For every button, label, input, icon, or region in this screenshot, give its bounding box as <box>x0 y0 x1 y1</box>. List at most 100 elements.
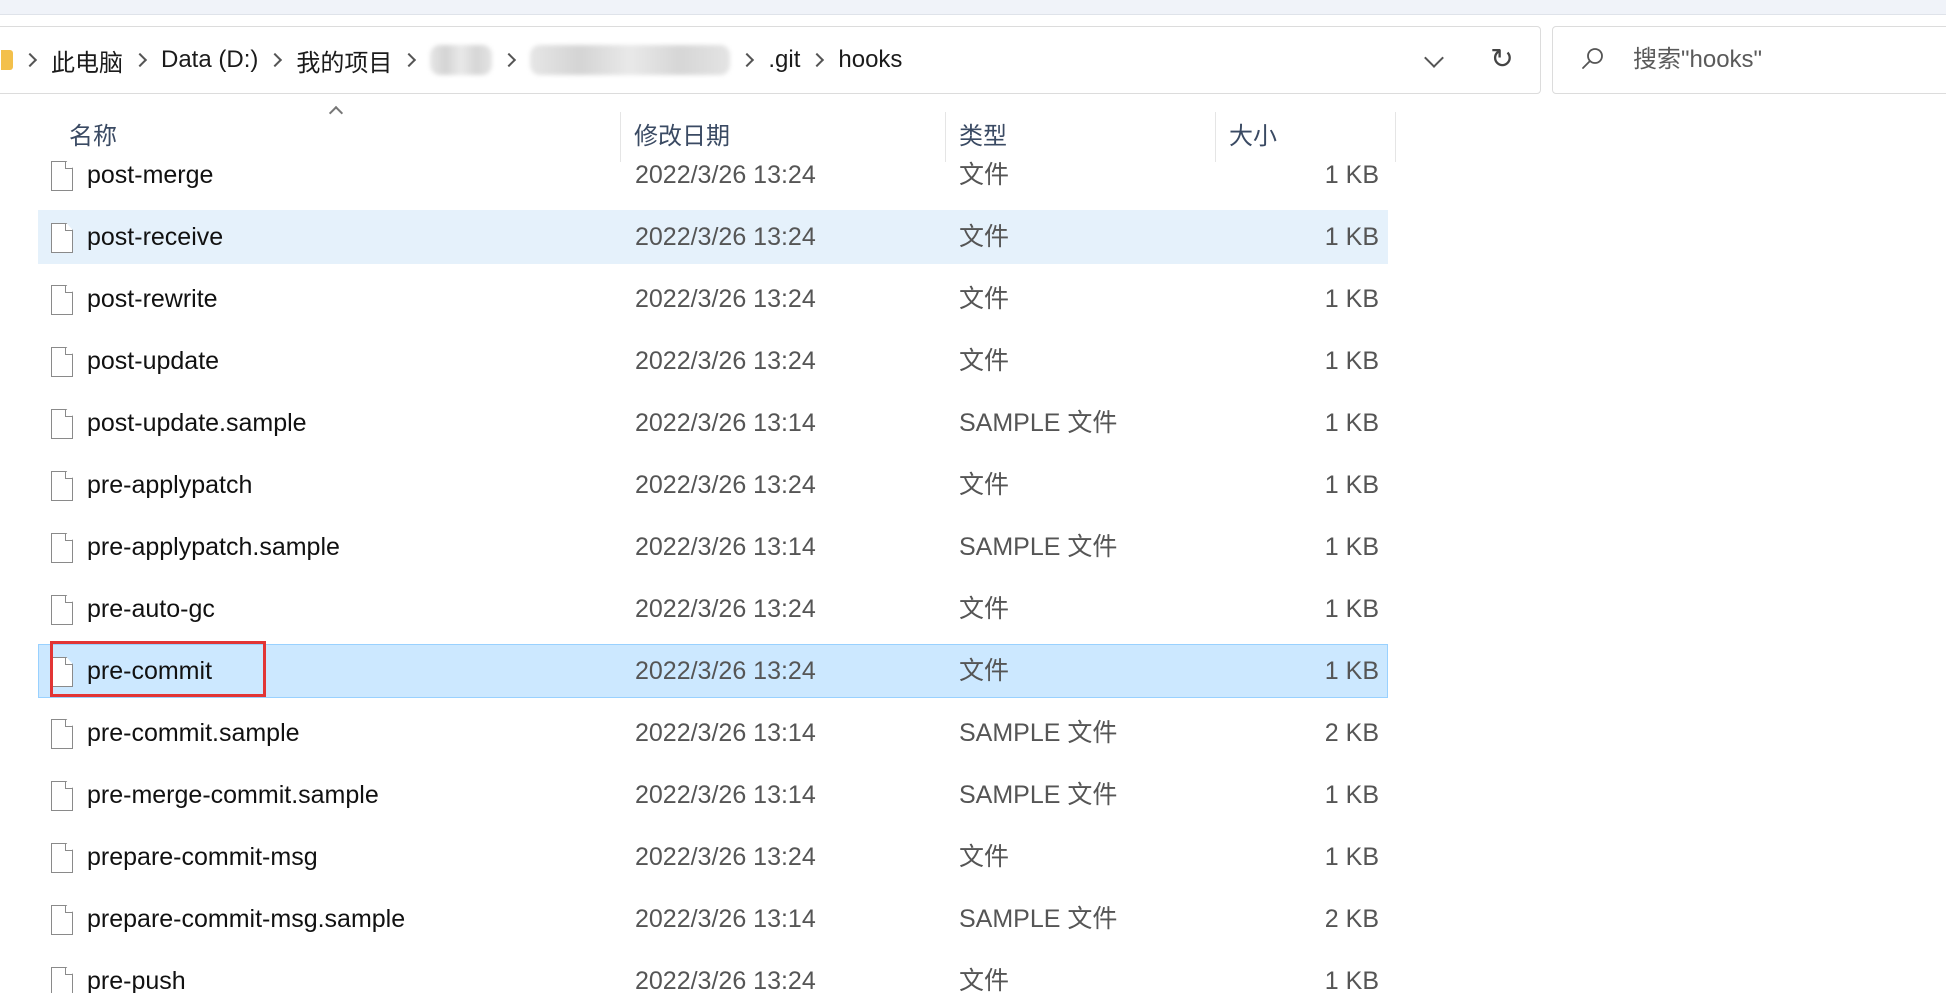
file-icon <box>51 471 73 501</box>
file-type: 文件 <box>959 223 1010 251</box>
file-date: 2022/3/26 13:24 <box>635 285 816 313</box>
file-date: 2022/3/26 13:14 <box>635 409 816 437</box>
file-icon <box>51 161 73 191</box>
file-name: pre-merge-commit.sample <box>87 781 379 809</box>
file-row[interactable]: pre-applypatch 2022/3/26 13:24 文件 1 KB <box>38 458 1388 512</box>
file-date: 2022/3/26 13:24 <box>635 595 816 623</box>
column-divider[interactable] <box>1395 112 1396 162</box>
file-name: prepare-commit-msg <box>87 843 318 871</box>
file-row[interactable]: post-rewrite 2022/3/26 13:24 文件 1 KB <box>38 272 1388 326</box>
file-icon <box>51 409 73 439</box>
file-type: SAMPLE 文件 <box>959 781 1118 809</box>
file-type: 文件 <box>959 347 1010 375</box>
file-row[interactable]: pre-applypatch.sample 2022/3/26 13:14 SA… <box>38 520 1388 574</box>
search-input[interactable]: 搜索"hooks" <box>1552 26 1946 94</box>
file-size: 1 KB <box>1324 471 1379 499</box>
file-size: 1 KB <box>1324 161 1379 189</box>
file-icon <box>51 595 73 625</box>
file-name: post-rewrite <box>87 285 218 313</box>
chevron-right-icon[interactable] <box>268 52 283 68</box>
file-icon <box>51 223 73 253</box>
file-name: pre-commit.sample <box>87 719 300 747</box>
file-icon <box>51 967 73 993</box>
folder-icon <box>1 50 13 70</box>
file-date: 2022/3/26 13:14 <box>635 533 816 561</box>
file-row[interactable]: pre-merge-commit.sample 2022/3/26 13:14 … <box>38 768 1388 822</box>
breadcrumb-git[interactable]: .git <box>768 46 800 74</box>
breadcrumb-data-drive[interactable]: Data (D:) <box>161 46 258 74</box>
file-type: SAMPLE 文件 <box>959 533 1118 561</box>
file-name: pre-applypatch <box>87 471 253 499</box>
window-top-strip <box>0 0 1946 15</box>
file-type: 文件 <box>959 161 1010 189</box>
search-placeholder: 搜索"hooks" <box>1633 46 1763 73</box>
file-name: post-update <box>87 347 220 375</box>
chevron-down-icon[interactable] <box>1424 48 1444 68</box>
file-type: 文件 <box>959 285 1010 313</box>
file-type: 文件 <box>959 595 1010 623</box>
file-icon <box>51 533 73 563</box>
file-row[interactable]: post-receive 2022/3/26 13:24 文件 1 KB <box>38 210 1388 264</box>
file-size: 2 KB <box>1324 905 1379 933</box>
file-type: SAMPLE 文件 <box>959 905 1118 933</box>
file-icon <box>51 843 73 873</box>
chevron-right-icon[interactable] <box>402 52 417 68</box>
file-date: 2022/3/26 13:24 <box>635 161 816 189</box>
file-icon <box>51 719 73 749</box>
file-row[interactable]: prepare-commit-msg.sample 2022/3/26 13:1… <box>38 892 1388 946</box>
file-type: SAMPLE 文件 <box>959 719 1118 747</box>
file-size: 1 KB <box>1324 595 1379 623</box>
file-icon <box>51 781 73 811</box>
file-date: 2022/3/26 13:24 <box>635 967 816 994</box>
file-type: 文件 <box>959 657 1010 685</box>
breadcrumb-redacted-2[interactable] <box>530 45 731 75</box>
file-size: 1 KB <box>1324 967 1379 994</box>
annotation-highlight-box <box>50 641 266 697</box>
file-row[interactable]: post-update 2022/3/26 13:24 文件 1 KB <box>38 334 1388 388</box>
file-name: post-receive <box>87 223 224 251</box>
breadcrumb-redacted-1[interactable] <box>430 45 493 75</box>
search-icon <box>1582 48 1603 69</box>
refresh-icon[interactable]: ↻ <box>1487 44 1517 74</box>
file-name: pre-auto-gc <box>87 595 215 623</box>
file-name: post-update.sample <box>87 409 307 437</box>
chevron-right-icon[interactable] <box>132 52 148 68</box>
file-row[interactable]: post-merge 2022/3/26 13:24 文件 1 KB <box>38 148 1388 202</box>
file-row[interactable]: pre-auto-gc 2022/3/26 13:24 文件 1 KB <box>38 582 1388 636</box>
file-size: 1 KB <box>1324 409 1379 437</box>
file-size: 1 KB <box>1324 781 1379 809</box>
file-name: pre-push <box>87 967 186 994</box>
file-date: 2022/3/26 13:24 <box>635 471 816 499</box>
file-date: 2022/3/26 13:24 <box>635 347 816 375</box>
chevron-right-icon[interactable] <box>502 52 517 68</box>
address-bar[interactable]: 此电脑 Data (D:) 我的项目 .git hooks ↻ <box>0 26 1541 94</box>
file-type: 文件 <box>959 843 1010 871</box>
file-type: SAMPLE 文件 <box>959 409 1118 437</box>
file-size: 1 KB <box>1324 533 1379 561</box>
file-row[interactable]: post-update.sample 2022/3/26 13:14 SAMPL… <box>38 396 1388 450</box>
file-date: 2022/3/26 13:14 <box>635 781 816 809</box>
file-name: pre-applypatch.sample <box>87 533 340 561</box>
chevron-right-icon[interactable] <box>810 52 825 68</box>
file-date: 2022/3/26 13:24 <box>635 657 816 685</box>
file-name: prepare-commit-msg.sample <box>87 905 406 933</box>
file-date: 2022/3/26 13:24 <box>635 223 816 251</box>
file-name: post-merge <box>87 161 214 189</box>
file-row[interactable]: pre-push 2022/3/26 13:24 文件 1 KB <box>38 954 1388 994</box>
file-size: 1 KB <box>1324 843 1379 871</box>
file-date: 2022/3/26 13:14 <box>635 719 816 747</box>
file-row[interactable]: prepare-commit-msg 2022/3/26 13:24 文件 1 … <box>38 830 1388 884</box>
file-row[interactable]: pre-commit.sample 2022/3/26 13:14 SAMPLE… <box>38 706 1388 760</box>
file-type: 文件 <box>959 967 1010 994</box>
breadcrumb-this-pc[interactable]: 此电脑 <box>51 43 123 78</box>
file-date: 2022/3/26 13:24 <box>635 843 816 871</box>
file-type: 文件 <box>959 471 1010 499</box>
chevron-right-icon[interactable] <box>22 52 38 68</box>
file-size: 1 KB <box>1324 223 1379 251</box>
breadcrumb-hooks[interactable]: hooks <box>838 46 902 74</box>
breadcrumb-my-projects[interactable]: 我的项目 <box>296 43 392 78</box>
file-icon <box>51 347 73 377</box>
chevron-right-icon[interactable] <box>740 52 755 68</box>
file-size: 1 KB <box>1324 657 1379 685</box>
breadcrumb: 此电脑 Data (D:) 我的项目 .git hooks <box>0 27 902 93</box>
